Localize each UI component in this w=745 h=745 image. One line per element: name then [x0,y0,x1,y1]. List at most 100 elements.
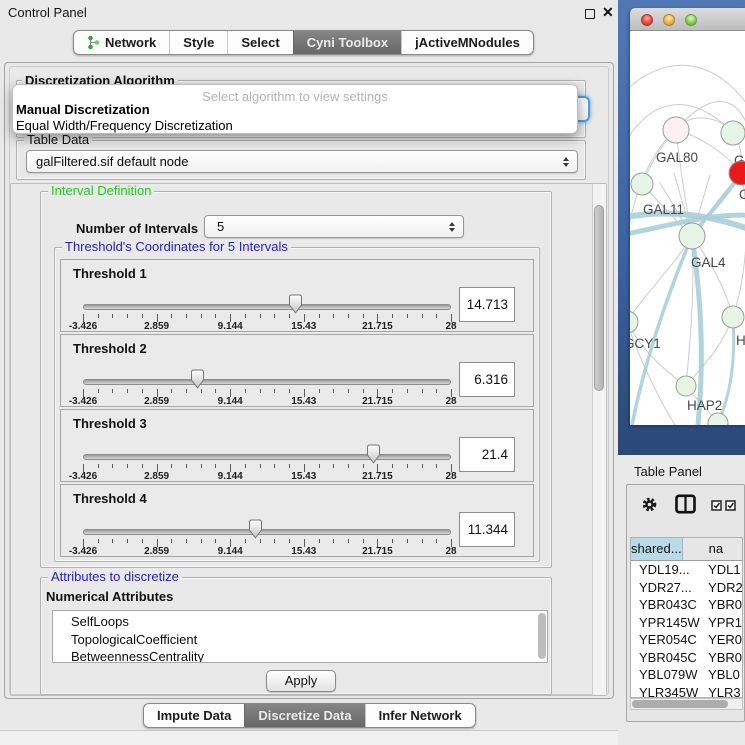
tick-mark [289,389,290,393]
table-row[interactable]: YBL079WYBL0 [631,666,742,684]
tick-mark [201,389,202,393]
algorithm-option-equal-width-frequency-discretization[interactable]: Equal Width/Frequency Discretization [16,118,576,134]
float-window-icon[interactable] [585,9,595,19]
slider-thumb[interactable] [366,444,381,464]
slider-thumb[interactable] [288,294,303,314]
network-node-c[interactable] [729,161,745,185]
slider-track[interactable] [83,304,451,310]
combo-spinner-icon [449,222,455,232]
table-data-combobox[interactable]: galFiltered.sif default node [26,150,578,173]
number-of-intervals-combobox[interactable]: 5 [204,215,464,238]
tab-cyni-toolbox[interactable]: Cyni Toolbox [293,31,401,54]
cell-name[interactable]: YBR0 [704,649,742,667]
table-panel: Table Panel shared... na YDL19...YDL1YDR… [618,455,745,745]
apply-button[interactable]: Apply [266,670,336,692]
cell-shared-name[interactable]: YDL19... [631,561,704,579]
attribute-item-topologicalcoefficient[interactable]: TopologicalCoefficient [53,631,547,649]
threshold-value-field[interactable]: 14.713 [459,287,515,322]
node-table: shared... na YDL19...YDL1YDR27...YDR2YBR… [630,537,743,698]
attribute-item-selfloops[interactable]: SelfLoops [53,613,547,631]
network-canvas[interactable]: GAL80GACGAL11GAL4GCY1HHAP2 [630,31,745,425]
node-label: C [739,187,745,202]
split-columns-icon[interactable] [675,494,696,519]
network-node-gal11[interactable] [631,173,653,195]
minimize-traffic-light-icon[interactable] [663,14,675,26]
column-header-name[interactable]: na [683,538,742,560]
slider-track[interactable] [83,529,451,535]
settings-gear-icon[interactable] [641,496,658,518]
table-row[interactable]: YBR043CYBR0 [631,596,742,614]
cell-shared-name[interactable]: YPR145W [631,614,704,632]
checkbox-checked-icon[interactable] [725,498,736,516]
cell-shared-name[interactable]: YLR345W [631,684,704,699]
network-edge [630,236,692,322]
cell-name[interactable]: YDR2 [704,579,742,597]
table-row[interactable]: YER054CYER0 [631,631,742,649]
tick-mark [333,389,334,393]
tab-jactivemnodules[interactable]: jActiveMNodules [401,31,533,54]
network-node-h[interactable] [722,306,744,328]
attributes-list-scrollbar-thumb[interactable] [538,613,546,659]
scale-label: 28 [445,321,456,332]
zoom-traffic-light-icon[interactable] [685,14,697,26]
network-window-titlebar[interactable] [630,8,745,31]
tab-label: Select [241,35,279,50]
table-row[interactable]: YPR145WYPR1 [631,614,742,632]
cell-name[interactable]: YBL0 [704,666,742,684]
tab-label: Impute Data [157,708,231,723]
threshold-value-field[interactable]: 21.4 [459,437,515,472]
cell-shared-name[interactable]: YBL079W [631,666,704,684]
attributes-list[interactable]: SelfLoopsTopologicalCoefficientBetweenne… [52,610,548,663]
cell-name[interactable]: YER0 [704,631,742,649]
cell-name[interactable]: YDL1 [704,561,742,579]
tab-discretize-data[interactable]: Discretize Data [244,704,364,727]
table-row[interactable]: YLR345WYLR3 [631,684,742,699]
cell-name[interactable]: YPR1 [704,614,742,632]
close-traffic-light-icon[interactable] [641,14,653,26]
cell-shared-name[interactable]: YDR27... [631,579,704,597]
tab-impute-data[interactable]: Impute Data [144,704,244,727]
cell-name[interactable]: YLR3 [704,684,742,699]
network-node-gal80[interactable] [663,117,689,143]
cell-shared-name[interactable]: YER054C [631,631,704,649]
tab-style[interactable]: Style [169,31,227,54]
tick-mark [333,314,334,318]
cell-shared-name[interactable]: YBR045C [631,649,704,667]
cell-name[interactable]: YBR0 [704,596,742,614]
column-header-shared-name[interactable]: shared... [631,538,683,560]
tab-select[interactable]: Select [227,31,292,54]
slider-thumb[interactable] [190,369,205,389]
slider-thumb[interactable] [248,519,263,539]
tab-infer-network[interactable]: Infer Network [365,704,475,727]
tick-mark [407,314,408,318]
network-window[interactable]: GAL80GACGAL11GAL4GCY1HHAP2 [630,8,745,425]
algorithm-option-manual-discretization[interactable]: Manual Discretization [16,102,576,118]
thresholds-group-title: Threshold's Coordinates for 5 Intervals [62,240,291,253]
slider-track[interactable] [83,454,451,460]
threshold-value-field[interactable]: 11.344 [459,512,515,547]
tick-mark [422,539,423,543]
tick-mark [363,314,364,318]
threshold-value-field[interactable]: 6.316 [459,362,515,397]
slider-track[interactable] [83,379,451,385]
network-node-hap2[interactable] [676,376,696,396]
horizontal-scrollbar-thumb[interactable] [632,700,728,708]
numerical-attributes-label: Numerical Attributes [46,589,173,604]
vertical-scrollbar-thumb[interactable] [594,205,604,391]
checkbox-checked-icon[interactable] [711,498,722,516]
scale-label: 28 [445,396,456,407]
cell-shared-name[interactable]: YBR043C [631,596,704,614]
attribute-item-betweennesscentrality[interactable]: BetweennessCentrality [53,648,547,663]
table-row[interactable]: YDR27...YDR2 [631,579,742,597]
tick-mark [112,314,113,318]
table-row[interactable]: YBR045CYBR0 [631,649,742,667]
network-node-gal4[interactable] [679,223,705,249]
table-row[interactable]: YDL19...YDL1 [631,561,742,579]
horizontal-scrollbar-track[interactable] [630,698,743,710]
network-node-ga[interactable] [721,121,745,145]
tick-mark [215,539,216,543]
network-node-gcy1[interactable] [630,311,638,333]
tab-network[interactable]: Network [74,31,169,54]
close-icon[interactable]: ✕ [602,4,614,21]
network-edge [630,65,745,116]
